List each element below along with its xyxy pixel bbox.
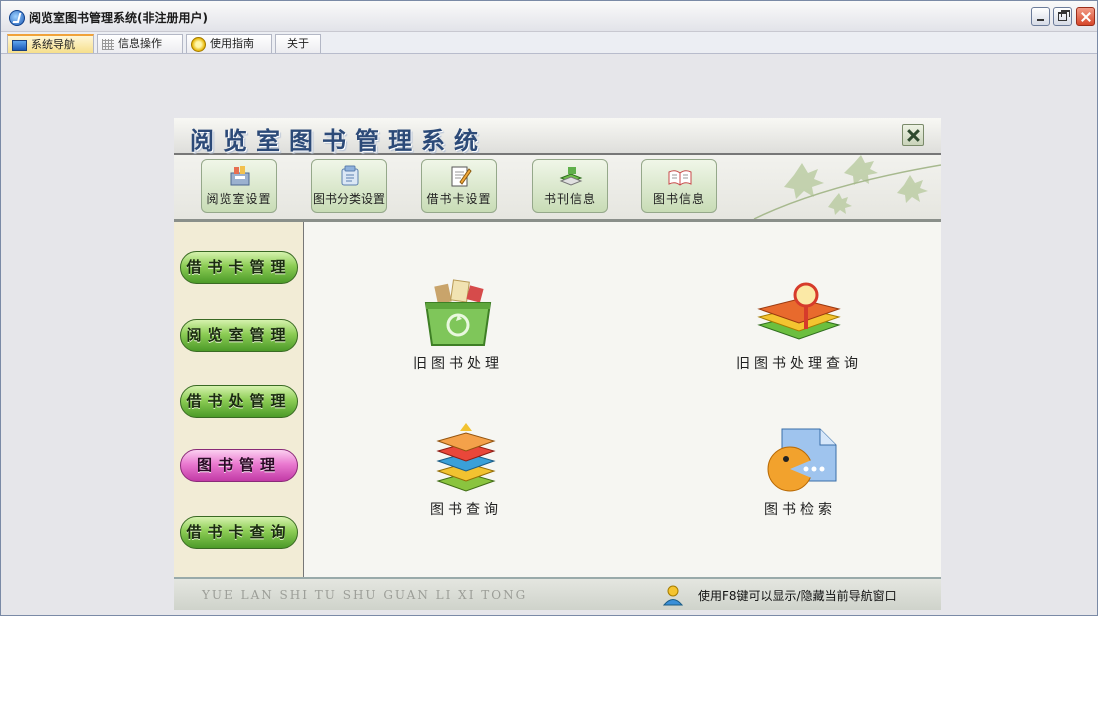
periodical-info-icon	[559, 167, 583, 186]
book-category-settings-button[interactable]: 图书分类设置	[311, 159, 387, 213]
reading-room-settings-button[interactable]: 阅览室设置	[201, 159, 277, 213]
feature-old-book-query[interactable]: 旧图书处理查询	[724, 279, 874, 373]
toolbar-label: 书刊信息	[543, 192, 596, 206]
tab-about[interactable]: 关于	[275, 34, 321, 53]
book-info-button[interactable]: 图书信息	[641, 159, 717, 213]
sidebar-item-label: 图书管理	[196, 456, 281, 474]
tab-system-nav[interactable]: 系统导航	[7, 34, 94, 53]
tab-label: 信息操作	[118, 37, 162, 50]
panel-title: 阅览室图书管理系统	[190, 126, 487, 155]
help-icon	[191, 36, 206, 52]
recycle-bin-icon	[424, 279, 492, 346]
leaves-decoration	[753, 155, 941, 219]
feature-old-book-processing[interactable]: 旧图书处理	[404, 279, 512, 373]
footer-hint: 使用F8键可以显示/隐藏当前导航窗口	[698, 589, 897, 603]
close-button[interactable]	[1076, 7, 1095, 26]
tab-label: 系统导航	[31, 38, 75, 51]
library-card-settings-button[interactable]: 借书卡设置	[421, 159, 497, 213]
sidebar: 借书卡管理 阅览室管理 借书处管理 图书管理 借书卡查询	[174, 222, 304, 577]
sidebar-item-label: 借书卡管理	[186, 258, 292, 276]
toolbar-label: 图书信息	[652, 192, 705, 206]
feature-book-search[interactable]: 图书检索	[750, 419, 850, 519]
book-info-icon	[668, 170, 692, 186]
sidebar-item-card-management[interactable]: 借书卡管理	[180, 251, 298, 284]
book-stack-icon	[436, 423, 496, 492]
sidebar-item-book-management[interactable]: 图书管理	[180, 449, 298, 482]
library-card-settings-icon	[451, 166, 472, 187]
reading-room-settings-icon	[230, 166, 250, 186]
toolbar-label: 借书卡设置	[426, 192, 492, 206]
main-area: 旧图书处理 旧图书处理查询 图书查询 图书检索	[304, 222, 941, 577]
window-title: 阅览室图书管理系统(非注册用户)	[29, 11, 208, 25]
panel-close-button[interactable]	[902, 124, 924, 146]
user-icon	[662, 585, 684, 606]
tab-bar: 系统导航 信息操作 使用指南 关于	[1, 32, 1097, 54]
book-category-settings-icon	[341, 165, 359, 186]
sidebar-item-label: 阅览室管理	[186, 326, 292, 344]
book-magnifier-icon	[757, 282, 841, 340]
periodical-info-button[interactable]: 书刊信息	[532, 159, 608, 213]
feature-label: 旧图书处理查询	[736, 356, 862, 372]
panel-header: 阅览室图书管理系统	[174, 118, 941, 155]
feature-label: 图书检索	[764, 502, 836, 518]
title-bar[interactable]: 阅览室图书管理系统(非注册用户)	[1, 1, 1097, 32]
feature-label: 图书查询	[430, 502, 502, 518]
app-icon	[9, 10, 25, 26]
sidebar-item-desk-management[interactable]: 借书处管理	[180, 385, 298, 418]
search-folder-icon	[767, 428, 837, 492]
toolbar-label: 阅览室设置	[206, 192, 272, 206]
tab-label: 使用指南	[210, 37, 254, 50]
feature-book-query[interactable]: 图书查询	[421, 419, 511, 519]
navigation-panel: 阅览室图书管理系统 阅览室设置 图书分类设置 借书卡设置 书刊信息 图书信息 借…	[174, 118, 941, 610]
toolbar: 阅览室设置 图书分类设置 借书卡设置 书刊信息 图书信息	[174, 155, 941, 222]
footer-pinyin: YUE LAN SHI TU SHU GUAN LI XI TONG	[202, 588, 528, 602]
sidebar-item-label: 借书卡查询	[186, 523, 292, 541]
tab-user-guide[interactable]: 使用指南	[186, 34, 272, 53]
tab-info-ops[interactable]: 信息操作	[97, 34, 183, 53]
sidebar-item-label: 借书处管理	[186, 392, 292, 410]
minimize-button[interactable]	[1031, 7, 1050, 26]
restore-button[interactable]	[1053, 7, 1072, 26]
tab-label: 关于	[287, 37, 309, 50]
sidebar-item-card-query[interactable]: 借书卡查询	[180, 516, 298, 549]
toolbar-label: 图书分类设置	[312, 192, 385, 206]
footer-bar: YUE LAN SHI TU SHU GUAN LI XI TONG 使用F8键…	[174, 577, 941, 610]
monitor-icon	[12, 39, 27, 51]
grid-icon	[102, 38, 114, 50]
feature-label: 旧图书处理	[413, 356, 503, 372]
sidebar-item-room-management[interactable]: 阅览室管理	[180, 319, 298, 352]
